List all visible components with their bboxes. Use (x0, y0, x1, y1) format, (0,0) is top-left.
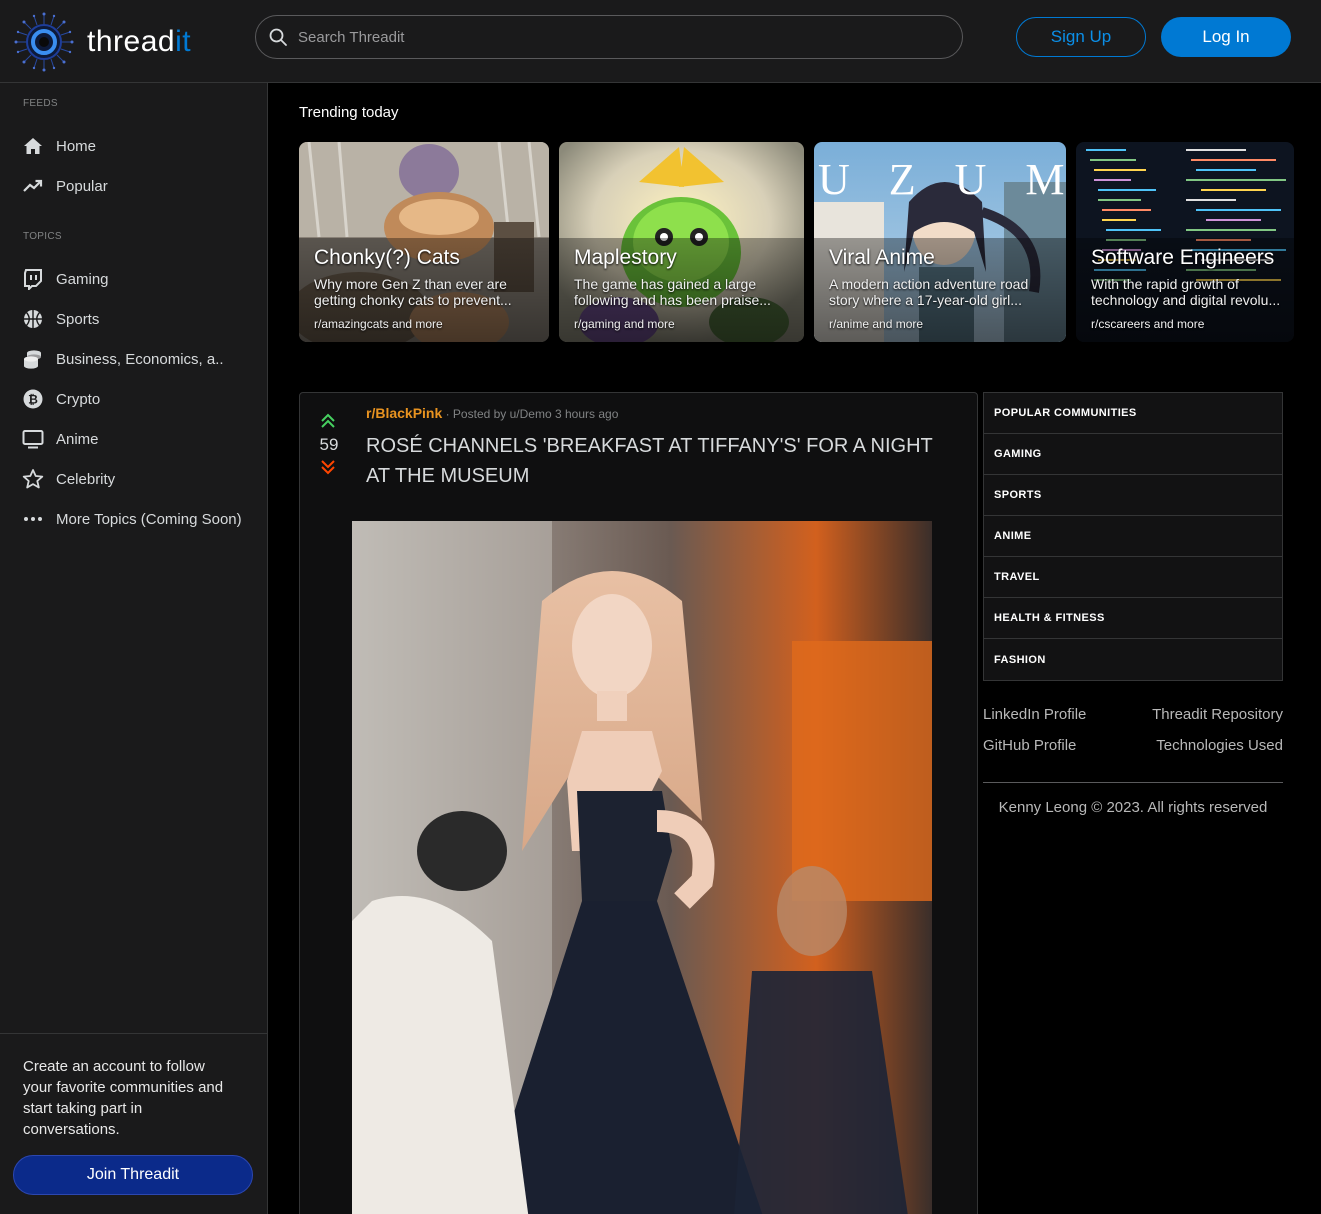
card-title: Software Engineers (1091, 246, 1275, 269)
post-byline: · Posted by u/Demo 3 hours ago (442, 407, 619, 421)
top-header: threadit Sign Up Log In (0, 0, 1321, 83)
linkedin-link[interactable]: LinkedIn Profile (983, 706, 1086, 723)
logo-wordmark: threadit (87, 25, 192, 58)
sidebar-item-crypto[interactable]: ₿ Crypto (22, 386, 100, 412)
sidebar-item-label: More Topics (Coming Soon) (56, 510, 242, 528)
logo[interactable]: threadit (14, 12, 191, 72)
feeds-section-label: FEEDS (23, 98, 58, 109)
card-subreddit: r/gaming and more (574, 317, 675, 331)
sidebar-item-anime[interactable]: Anime (22, 426, 99, 452)
sidebar-item-label: Popular (56, 177, 108, 195)
card-description: With the rapid growth of technology and … (1091, 276, 1281, 308)
svg-text:₿: ₿ (28, 393, 38, 407)
downvote-icon[interactable] (320, 459, 336, 475)
star-icon (22, 468, 44, 490)
sidebar-item-popular[interactable]: Popular (22, 173, 108, 199)
logo-icon (14, 12, 74, 72)
sidebar-item-label: Sports (56, 310, 100, 328)
left-sidebar: FEEDS Home Popular TOPICS Gaming Sports … (0, 83, 268, 1214)
tv-icon (22, 428, 44, 450)
community-travel[interactable]: TRAVEL (984, 557, 1282, 598)
trending-title: Trending today (299, 104, 399, 121)
technologies-link[interactable]: Technologies Used (1156, 737, 1283, 754)
card-title: Viral Anime (829, 246, 935, 269)
community-sports[interactable]: SPORTS (984, 475, 1282, 516)
sidebar-item-label: Business, Economics, a.. (56, 350, 224, 368)
signup-cta-panel: Create an account to follow your favorit… (0, 1033, 268, 1214)
join-button[interactable]: Join Threadit (13, 1155, 253, 1195)
search-input[interactable] (298, 28, 898, 46)
bitcoin-icon: ₿ (22, 388, 44, 410)
sidebar-item-celebrity[interactable]: Celebrity (22, 466, 115, 492)
trending-icon (22, 175, 44, 197)
sidebar-item-label: Anime (56, 430, 99, 448)
community-fashion[interactable]: FASHION (984, 639, 1282, 680)
trending-card-cats[interactable]: Chonky(?) Cats Why more Gen Z than ever … (299, 142, 549, 342)
subreddit-link[interactable]: r/BlackPink (366, 405, 442, 421)
more-icon (22, 508, 44, 530)
sidebar-item-sports[interactable]: Sports (22, 306, 99, 332)
coins-icon (22, 348, 44, 370)
trending-card-software-engineers[interactable]: Software Engineers With the rapid growth… (1076, 142, 1294, 342)
topics-section-label: TOPICS (23, 231, 62, 242)
card-subreddit: r/amazingcats and more (314, 317, 443, 331)
card-subreddit: r/anime and more (829, 317, 924, 331)
card-subreddit: r/cscareers and more (1091, 317, 1205, 331)
post-image[interactable] (352, 521, 932, 1214)
card-title: Chonky(?) Cats (314, 246, 460, 269)
basketball-icon (22, 308, 44, 330)
card-description: A modern action adventure road story whe… (829, 276, 1029, 308)
card-description: The game has gained a large following an… (574, 276, 771, 308)
github-link[interactable]: GitHub Profile (983, 737, 1076, 754)
community-gaming[interactable]: GAMING (984, 434, 1282, 475)
post-title[interactable]: ROSÉ CHANNELS 'BREAKFAST AT TIFFANY'S' F… (366, 431, 956, 491)
upvote-icon[interactable] (320, 413, 336, 429)
trending-card-maplestory[interactable]: Maplestory The game has gained a large f… (559, 142, 804, 342)
post-meta: r/BlackPink · Posted by u/Demo 3 hours a… (366, 405, 618, 421)
home-icon (22, 135, 44, 157)
card-description: Why more Gen Z than ever are getting cho… (314, 276, 512, 308)
copyright-text: Kenny Leong © 2023. All rights reserved (998, 799, 1268, 816)
anime-overlay-text: U Z U M I (818, 155, 1066, 204)
sidebar-item-more-topics[interactable]: More Topics (Coming Soon) (22, 506, 242, 532)
signup-cta-text: Create an account to follow your favorit… (23, 1058, 224, 1138)
sidebar-item-label: Celebrity (56, 470, 116, 488)
community-anime[interactable]: ANIME (984, 516, 1282, 557)
repository-link[interactable]: Threadit Repository (1152, 706, 1283, 723)
footer-divider (983, 782, 1283, 783)
community-health-fitness[interactable]: HEALTH & FITNESS (984, 598, 1282, 639)
sidebar-item-home[interactable]: Home (22, 133, 96, 159)
communities-header: POPULAR COMMUNITIES (984, 393, 1282, 434)
vote-count: 59 (319, 435, 339, 454)
sidebar-item-label: Home (56, 137, 97, 155)
popular-communities-panel: POPULAR COMMUNITIES GAMING SPORTS ANIME … (983, 392, 1283, 681)
login-button[interactable]: Log In (1161, 17, 1291, 57)
signup-button[interactable]: Sign Up (1016, 17, 1146, 57)
sidebar-item-business[interactable]: Business, Economics, a.. (22, 346, 224, 372)
card-title: Maplestory (574, 246, 677, 269)
post-card[interactable]: 59 r/BlackPink · Posted by u/Demo 3 hour… (299, 392, 978, 1214)
sidebar-item-gaming[interactable]: Gaming (22, 266, 109, 292)
sidebar-item-label: Crypto (56, 390, 101, 408)
search-icon (269, 28, 287, 46)
twitch-icon (22, 268, 44, 290)
trending-card-anime[interactable]: U Z U M I Viral Anime A modern action ad… (814, 142, 1066, 342)
search-bar[interactable] (255, 15, 963, 59)
sidebar-item-label: Gaming (56, 270, 109, 288)
